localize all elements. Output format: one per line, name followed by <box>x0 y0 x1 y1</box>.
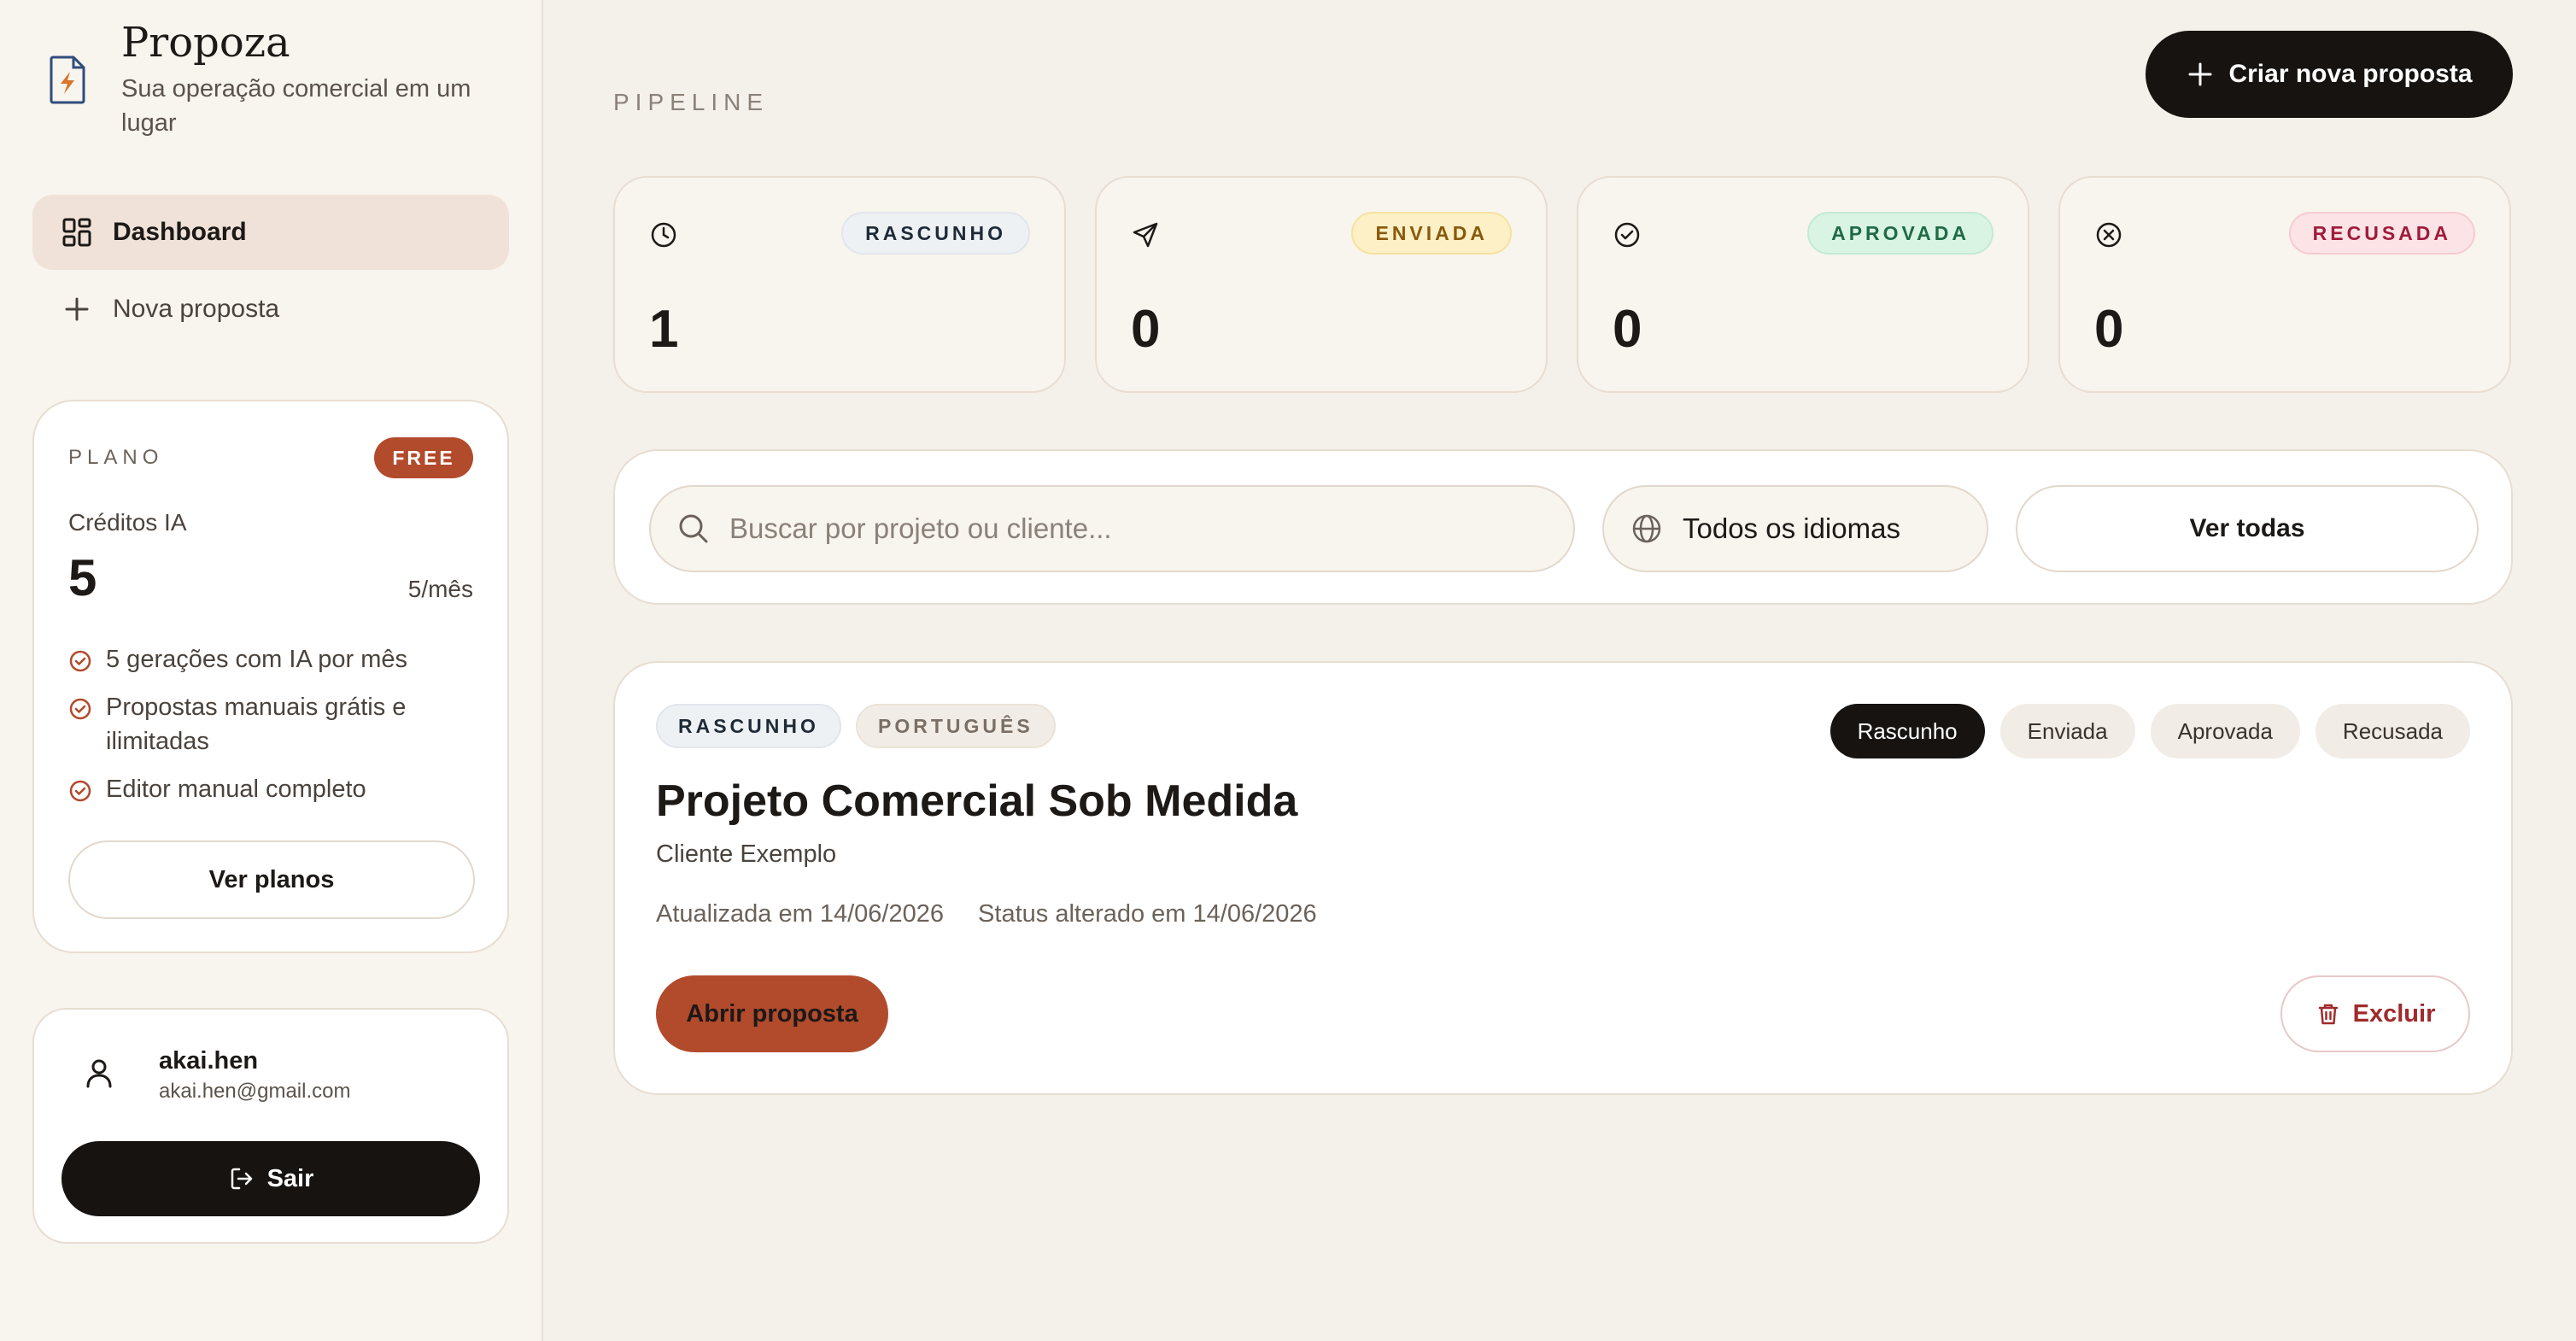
credits-value: 5 <box>68 549 97 606</box>
proposal-client: Cliente Exemplo <box>656 840 837 868</box>
feature-item: 5 gerações com IA por mês <box>68 642 478 676</box>
stat-value: 0 <box>1131 300 1161 359</box>
stat-value: 0 <box>2094 300 2124 359</box>
section-title: PIPELINE <box>613 89 770 115</box>
delete-button[interactable]: Excluir <box>2280 975 2470 1052</box>
nav-item-dashboard[interactable]: Dashboard <box>32 195 509 270</box>
logout-icon <box>231 1168 252 1190</box>
stat-card-sent[interactable]: ENVIADA 0 <box>1095 176 1548 393</box>
status-switcher: Rascunho Enviada Aprovada Recusada <box>1830 704 2470 758</box>
plus-icon <box>2188 62 2212 86</box>
check-circle-icon <box>1614 222 1640 248</box>
logout-button[interactable]: Sair <box>61 1141 480 1216</box>
send-icon <box>1133 222 1158 248</box>
user-email: akai.hen@gmail.com <box>159 1080 351 1103</box>
user-card: akai.hen akai.hen@gmail.com Sair <box>32 1008 509 1244</box>
nav-item-label: Nova proposta <box>113 295 280 323</box>
sidebar: Propoza Sua operação comercial em um lug… <box>0 0 543 1341</box>
user-name: akai.hen <box>159 1047 259 1075</box>
brand-name: Propoza <box>121 19 290 67</box>
credits-label: Créditos IA <box>68 509 187 536</box>
nav-item-label: Dashboard <box>113 218 247 246</box>
updated-date: Atualizada em 14/06/2026 <box>656 900 944 928</box>
stat-card-approved[interactable]: APROVADA 0 <box>1577 176 2029 393</box>
feature-text: 5 gerações com IA por mês <box>106 646 407 673</box>
view-all-button[interactable]: Ver todas <box>2016 485 2479 572</box>
nav-item-new-proposal[interactable]: Nova proposta <box>32 272 509 347</box>
stat-card-rejected[interactable]: RECUSADA 0 <box>2058 176 2511 393</box>
create-proposal-label: Criar nova proposta <box>2228 60 2473 88</box>
open-proposal-button[interactable]: Abrir proposta <box>656 975 888 1052</box>
status-badge: RASCUNHO <box>841 212 1030 255</box>
check-circle-icon <box>69 698 91 720</box>
trash-icon <box>2318 1004 2338 1025</box>
proposal-title: Projeto Comercial Sob Medida <box>656 776 1298 826</box>
search-input[interactable] <box>729 512 1498 545</box>
status-badge: ENVIADA <box>1351 212 1512 255</box>
status-changed-date: Status alterado em 14/06/2026 <box>978 900 1317 928</box>
globe-icon <box>1632 514 1661 543</box>
feature-item: Editor manual completo <box>68 772 478 806</box>
status-option-draft[interactable]: Rascunho <box>1830 704 1985 758</box>
stat-value: 0 <box>1613 300 1642 359</box>
status-option-sent[interactable]: Enviada <box>1999 704 2135 758</box>
stat-card-draft[interactable]: RASCUNHO 1 <box>613 176 1066 393</box>
plan-features: 5 gerações com IA por mês Propostas manu… <box>68 642 478 820</box>
check-circle-icon <box>69 650 91 672</box>
clock-icon <box>651 222 676 248</box>
status-option-approved[interactable]: Aprovada <box>2150 704 2300 758</box>
filter-bar: Todos os idiomas Ver todas <box>613 449 2513 605</box>
document-bolt-icon <box>50 56 85 104</box>
x-circle-icon <box>2096 222 2122 248</box>
status-badge: RASCUNHO <box>656 704 841 748</box>
logout-label: Sair <box>266 1164 314 1192</box>
check-circle-icon <box>69 780 91 802</box>
language-select[interactable]: Todos os idiomas <box>1602 485 1988 572</box>
grid-icon <box>62 218 91 247</box>
plan-label: PLANO <box>68 446 164 469</box>
proposal-meta: Atualizada em 14/06/2026 Status alterado… <box>656 900 1317 928</box>
credits-rate: 5/mês <box>407 576 473 602</box>
status-badge: RECUSADA <box>2288 212 2475 255</box>
user-icon <box>86 1059 112 1088</box>
feature-text: Propostas manuais grátis e ilimitadas <box>106 694 407 755</box>
plan-card: PLANO FREE Créditos IA 5 5/mês 5 geraçõe… <box>32 400 509 953</box>
delete-label: Excluir <box>2352 999 2436 1028</box>
proposal-card: RASCUNHO PORTUGUÊS Rascunho Enviada Apro… <box>613 661 2513 1095</box>
brand-tagline: Sua operação comercial em um lugar <box>121 75 471 137</box>
feature-item: Propostas manuais grátis e ilimitadas <box>68 690 478 758</box>
language-select-value: Todos os idiomas <box>1683 512 1900 544</box>
plus-icon <box>65 297 89 321</box>
plan-badge: FREE <box>374 437 473 478</box>
view-plans-button[interactable]: Ver planos <box>68 840 475 919</box>
create-proposal-button[interactable]: Criar nova proposta <box>2146 31 2513 118</box>
search-box[interactable] <box>649 485 1575 572</box>
status-option-rejected[interactable]: Recusada <box>2315 704 2470 758</box>
feature-text: Editor manual completo <box>106 776 366 803</box>
status-badge: APROVADA <box>1807 212 1993 255</box>
search-icon <box>679 514 708 543</box>
stat-value: 1 <box>649 300 679 359</box>
language-badge: PORTUGUÊS <box>856 704 1056 748</box>
